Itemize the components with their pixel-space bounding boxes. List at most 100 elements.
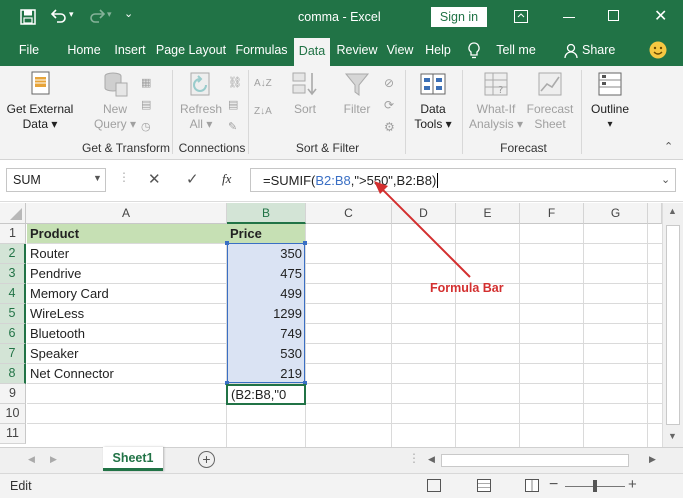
- row-header[interactable]: 6: [0, 324, 26, 344]
- show-queries-icon[interactable]: ▦: [141, 76, 151, 89]
- tab-split-grip-icon[interactable]: ⋮: [408, 451, 420, 465]
- data-tools-button[interactable]: Data Tools ▾: [408, 69, 458, 132]
- row-header[interactable]: 9: [0, 384, 26, 404]
- column-header-d[interactable]: D: [392, 203, 456, 224]
- sign-in-button[interactable]: Sign in: [431, 7, 487, 27]
- cell-grid[interactable]: Product Price Router 350 Pendrive 475 Me…: [27, 224, 662, 447]
- column-header-a[interactable]: A: [26, 203, 227, 224]
- tab-help[interactable]: Help: [422, 36, 454, 66]
- what-if-analysis-button[interactable]: ? What-If Analysis ▾: [466, 69, 526, 132]
- sheet-tab-sheet1[interactable]: Sheet1: [103, 447, 163, 471]
- redo-icon[interactable]: [88, 8, 106, 24]
- edit-links-icon[interactable]: ✎: [228, 120, 237, 133]
- page-layout-view-icon[interactable]: [477, 479, 491, 492]
- tab-formulas[interactable]: Formulas: [234, 36, 289, 66]
- row-header[interactable]: 2: [0, 244, 26, 264]
- tab-data[interactable]: Data: [294, 38, 330, 66]
- row-header[interactable]: 4: [0, 284, 26, 304]
- cell-b1[interactable]: Price: [227, 224, 305, 244]
- cell-product[interactable]: Net Connector: [27, 364, 226, 384]
- zoom-slider-thumb[interactable]: [593, 480, 597, 492]
- vertical-scrollbar[interactable]: ▲ ▼: [662, 203, 683, 447]
- close-icon[interactable]: ✕: [654, 6, 667, 26]
- row-header[interactable]: 8: [0, 364, 26, 384]
- cell-price[interactable]: 475: [227, 264, 305, 284]
- insert-function-icon[interactable]: fx: [222, 171, 231, 187]
- reapply-filter-icon[interactable]: ⟳: [384, 98, 394, 112]
- undo-dropdown-icon[interactable]: ▾: [69, 9, 74, 20]
- scroll-right-icon[interactable]: ▶: [649, 454, 656, 465]
- cancel-icon[interactable]: ✕: [148, 170, 161, 188]
- undo-icon[interactable]: [50, 8, 68, 24]
- column-header-e[interactable]: E: [456, 203, 520, 224]
- tab-insert[interactable]: Insert: [112, 36, 148, 66]
- forecast-sheet-button[interactable]: Forecast Sheet: [524, 69, 576, 132]
- cell-product[interactable]: WireLess: [27, 304, 226, 324]
- normal-view-icon[interactable]: [427, 479, 441, 492]
- cell-product[interactable]: Router: [27, 244, 226, 264]
- cell-price[interactable]: 499: [227, 284, 305, 304]
- formula-input[interactable]: =SUMIF(B2:B8,">550",B2:B8) ⌄: [250, 168, 676, 192]
- collapse-ribbon-icon[interactable]: ⌃: [664, 140, 673, 153]
- cell-product[interactable]: Speaker: [27, 344, 226, 364]
- row-header[interactable]: 1: [0, 224, 26, 244]
- horizontal-scrollbar[interactable]: ◀ ▶: [425, 453, 662, 468]
- column-header-g[interactable]: G: [584, 203, 648, 224]
- expand-formula-bar-icon[interactable]: ⌄: [661, 173, 670, 186]
- save-icon[interactable]: [20, 9, 36, 25]
- cell-price[interactable]: 1299: [227, 304, 305, 324]
- scroll-left-icon[interactable]: ◀: [428, 454, 435, 465]
- row-header[interactable]: 11: [0, 424, 26, 444]
- cell-price[interactable]: 749: [227, 324, 305, 344]
- select-all-corner[interactable]: [0, 203, 26, 224]
- name-box[interactable]: SUM ▼: [6, 168, 106, 192]
- new-query-button[interactable]: New Query ▾: [90, 69, 140, 132]
- row-header[interactable]: 3: [0, 264, 26, 284]
- add-sheet-icon[interactable]: +: [198, 451, 215, 468]
- maximize-icon[interactable]: [608, 10, 619, 21]
- row-header[interactable]: 7: [0, 344, 26, 364]
- clear-filter-icon[interactable]: ⊘: [384, 76, 394, 90]
- column-header-c[interactable]: C: [306, 203, 392, 224]
- minimize-icon[interactable]: [563, 17, 575, 18]
- share-button[interactable]: Share: [582, 36, 615, 66]
- cell-a1[interactable]: Product: [27, 224, 226, 244]
- name-box-dropdown-icon[interactable]: ▼: [93, 173, 102, 183]
- cell-product[interactable]: Bluetooth: [27, 324, 226, 344]
- horizontal-scroll-thumb[interactable]: [441, 454, 629, 467]
- row-header[interactable]: 5: [0, 304, 26, 324]
- ribbon-display-options-icon[interactable]: [514, 10, 528, 23]
- sort-button[interactable]: Sort: [282, 69, 328, 117]
- vertical-scroll-thumb[interactable]: [666, 225, 680, 425]
- prev-sheet-icon[interactable]: ◀: [28, 454, 35, 465]
- zoom-out-icon[interactable]: −: [549, 476, 558, 494]
- cell-price[interactable]: 350: [227, 244, 305, 264]
- tab-home[interactable]: Home: [64, 36, 104, 66]
- filter-button[interactable]: Filter: [334, 69, 380, 117]
- cell-product[interactable]: Pendrive: [27, 264, 226, 284]
- tab-view[interactable]: View: [384, 36, 416, 66]
- column-header-f[interactable]: F: [520, 203, 584, 224]
- from-table-icon[interactable]: ▤: [141, 98, 151, 111]
- advanced-filter-icon[interactable]: ⚙: [384, 120, 395, 134]
- column-header-b[interactable]: B: [227, 203, 306, 224]
- next-sheet-icon[interactable]: ▶: [50, 454, 57, 465]
- connections-icon[interactable]: ⛓: [228, 76, 242, 89]
- scroll-up-icon[interactable]: ▲: [668, 206, 677, 216]
- row-header[interactable]: 10: [0, 404, 26, 424]
- outline-button[interactable]: Outline ▾: [586, 69, 634, 132]
- page-break-view-icon[interactable]: [525, 479, 539, 492]
- properties-icon[interactable]: ▤: [228, 98, 238, 111]
- customize-toolbar-icon[interactable]: ⌄: [124, 7, 133, 20]
- smiley-feedback-icon[interactable]: [649, 41, 667, 59]
- refresh-all-button[interactable]: Refresh All ▾: [176, 69, 226, 132]
- scroll-down-icon[interactable]: ▼: [668, 431, 677, 441]
- cell-product[interactable]: Memory Card: [27, 284, 226, 304]
- redo-dropdown-icon[interactable]: ▾: [107, 9, 112, 20]
- cell-price[interactable]: 530: [227, 344, 305, 364]
- enter-checkmark-icon[interactable]: ✓: [186, 170, 199, 188]
- sort-ascending-icon[interactable]: A↓Z: [254, 78, 272, 90]
- recent-sources-icon[interactable]: ◷: [141, 120, 151, 133]
- tab-file[interactable]: File: [12, 36, 46, 66]
- get-external-data-button[interactable]: Get External Data ▾: [4, 69, 76, 132]
